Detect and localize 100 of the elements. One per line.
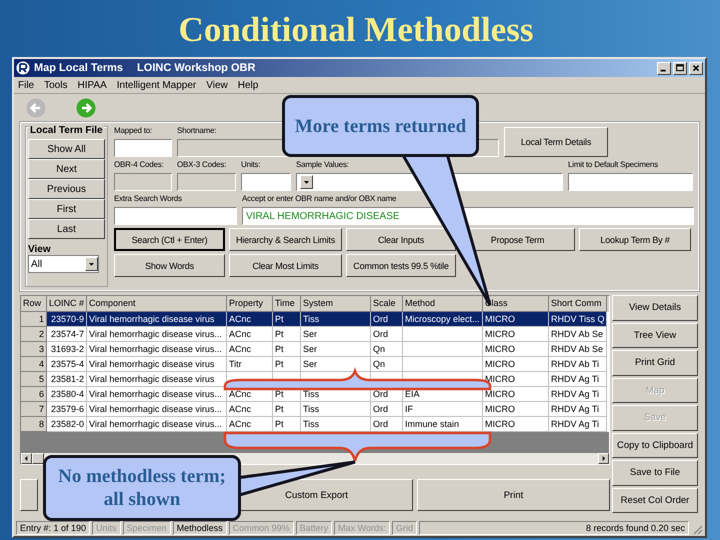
side-button[interactable]: View Details — [612, 295, 698, 320]
status-panel: Methodless — [172, 521, 227, 535]
side-button[interactable]: Tree View — [612, 322, 698, 348]
column-header[interactable]: Row — [21, 296, 47, 312]
nav-button[interactable]: Next — [28, 159, 105, 179]
grid-row[interactable]: 1 23570-9 Viral hemorrhagic disease virus ACnc Pt Tiss Ord Microscopy elect... MICRO RHDV Tiss Q — [21, 312, 609, 327]
status-panel: Max Words: — [334, 521, 390, 535]
table-cell: 2 — [21, 327, 47, 342]
table-cell: ACnc — [227, 312, 273, 327]
table-cell: MICRO — [483, 312, 549, 327]
grid-row[interactable]: 3 31693-2 Viral hemorrhagic disease virus... ACnc Pt Ser Qn MICRO RHDV Ab Se — [21, 342, 609, 357]
menu-item[interactable]: Tools — [44, 80, 68, 90]
status-panel: Specimen — [122, 521, 171, 535]
action-button[interactable]: Hierarchy & Search Limits — [229, 228, 342, 251]
input-field[interactable] — [241, 173, 291, 191]
action-button[interactable]: Clear Most Limits — [229, 254, 342, 277]
action-button[interactable]: Show Words — [114, 254, 225, 277]
action-button[interactable]: Lookup Term By # — [579, 228, 691, 251]
input-field[interactable] — [177, 173, 236, 191]
table-cell: RHDV Ag Ti — [549, 417, 607, 432]
slide-title: Conditional Methodless — [178, 9, 534, 51]
scroll-thumb[interactable] — [32, 453, 44, 464]
table-cell: Microscopy elect... — [403, 312, 483, 327]
column-header[interactable]: Scale — [371, 296, 403, 312]
button-edge[interactable] — [20, 479, 38, 511]
table-cell: RHDV Tiss Q — [549, 312, 607, 327]
field-label: Sample Values: — [296, 160, 349, 171]
column-header[interactable]: Component — [87, 296, 227, 312]
details-button[interactable]: Local Term Details — [504, 127, 608, 157]
field-label: Units: — [241, 160, 260, 171]
status-panel: Battery — [296, 521, 332, 535]
maximize-icon[interactable] — [673, 62, 687, 74]
nav-button[interactable]: Previous — [28, 179, 105, 199]
column-header[interactable]: Short Comm — [549, 296, 607, 312]
table-cell: 8 — [21, 417, 47, 432]
table-cell: Pt — [273, 312, 301, 327]
grid-row[interactable]: 4 23575-4 Viral hemorrhagic disease virus Titr Pt Ser Qn MICRO RHDV Ab Ti — [21, 357, 609, 372]
table-cell: 23570-9 — [47, 312, 87, 327]
table-cell: Viral hemorrhagic disease virus — [87, 312, 227, 327]
close-icon[interactable] — [689, 62, 703, 74]
menu-item[interactable]: Help — [238, 80, 258, 90]
table-cell: 5 — [21, 372, 47, 387]
input-field[interactable] — [114, 139, 172, 157]
column-header[interactable]: Property — [227, 296, 273, 312]
action-button[interactable]: Print — [417, 479, 610, 511]
table-cell: 4 — [21, 357, 47, 372]
column-header[interactable]: LOINC # — [47, 296, 87, 312]
grid-row[interactable]: 2 23574-7 Viral hemorrhagic disease virus... ACnc Pt Ser Ord MICRO RHDV Ab Se — [21, 327, 609, 342]
status-entry: Entry #: 1 of 190 — [16, 521, 90, 535]
status-panel: Grid — [392, 521, 418, 535]
side-button[interactable]: Reset Col Order — [612, 488, 698, 513]
view-dropdown[interactable]: All — [28, 255, 99, 273]
grid-row[interactable]: 7 23579-6 Viral hemorrhagic disease virus... ACnc Pt Tiss Ord IF MICRO RHDV Ag Ti — [21, 402, 609, 417]
table-cell: 7 — [21, 402, 47, 417]
menu-item[interactable]: Intelligent Mapper — [116, 80, 196, 90]
input-field[interactable] — [114, 207, 237, 225]
window-subtitle: LOINC Workshop OBR — [137, 62, 256, 74]
grid-row[interactable]: 8 23582-0 Viral hemorrhagic disease virus... ACnc Pt Tiss Ord Immune stain MICRO RHDV Ag Ti — [21, 417, 609, 432]
field-label: Shortname: — [177, 126, 216, 137]
nav-button[interactable]: First — [28, 199, 105, 219]
side-button[interactable]: Copy to Clipboard — [612, 432, 698, 458]
field-label: OBR-4 Codes: — [114, 160, 164, 171]
nav-button[interactable]: Last — [28, 219, 105, 239]
column-header[interactable]: Method — [403, 296, 483, 312]
group-title: Local Term File — [29, 125, 104, 136]
column-header[interactable]: System — [301, 296, 371, 312]
menu-item[interactable]: View — [206, 80, 228, 90]
action-button[interactable]: Common tests 99.5 %tile — [346, 254, 456, 277]
table-cell: 23582-0 — [47, 417, 87, 432]
side-button[interactable]: Save to File — [612, 460, 698, 486]
field-label: OBX-3 Codes: — [177, 160, 226, 171]
action-button[interactable]: Search (Ctl + Enter) — [114, 228, 225, 251]
menu-item[interactable]: HIPAA — [77, 80, 107, 90]
table-cell: 1 — [21, 312, 47, 327]
field-label: Limit to Default Specimens — [568, 160, 658, 171]
input-field[interactable]: VIRAL HEMORRHAGIC DISEASE — [242, 207, 694, 225]
input-field[interactable] — [568, 173, 693, 191]
table-cell: Tiss — [301, 312, 371, 327]
status-result: 8 records found 0.20 sec — [419, 521, 689, 535]
minimize-icon[interactable] — [657, 62, 671, 74]
nav-button[interactable]: Show All — [28, 139, 105, 159]
scroll-left-icon[interactable] — [21, 453, 32, 464]
field-label: Accept or enter OBR name and/or OBX name — [242, 194, 396, 205]
status-panel: Units — [92, 521, 121, 535]
menu-item[interactable]: File — [18, 80, 34, 90]
field-label: Extra Search Words — [114, 194, 182, 205]
status-panel: Common 99% — [228, 521, 294, 535]
field-label: Mapped to: — [114, 126, 152, 137]
window-title: Map Local Terms — [34, 62, 124, 74]
side-button[interactable]: Print Grid — [612, 350, 698, 376]
scroll-right-icon[interactable] — [598, 453, 609, 464]
action-button[interactable]: Clear Inputs — [346, 228, 456, 251]
callout: More terms returned — [282, 95, 479, 157]
table-cell: Ord — [371, 312, 403, 327]
app-icon — [16, 61, 30, 75]
resize-grip-icon[interactable] — [691, 523, 703, 535]
table-cell: 3 — [21, 342, 47, 357]
input-field[interactable] — [114, 173, 172, 191]
column-header[interactable]: Time — [273, 296, 301, 312]
table-cell: 6 — [21, 387, 47, 402]
